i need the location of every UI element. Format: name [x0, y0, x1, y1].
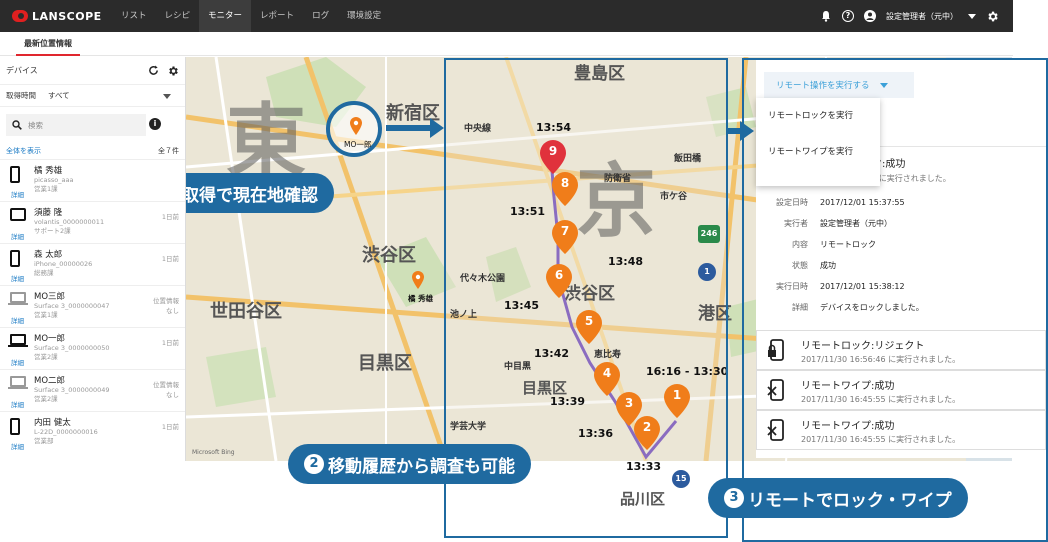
- tab-latest-location[interactable]: 最新位置情報: [16, 32, 80, 56]
- show-all-link[interactable]: 全体を表示: [6, 146, 41, 156]
- chevron-down-icon[interactable]: [968, 13, 976, 19]
- device-status: 位置情報 なし: [153, 297, 179, 315]
- pin-number: 5: [584, 314, 594, 328]
- callout-location-check: 1 位置情報取得で現在地確認: [186, 173, 334, 213]
- detail-link[interactable]: 詳細: [11, 441, 24, 451]
- callout-text: 移動履歴から調査も可能: [328, 456, 515, 477]
- nav-recipe[interactable]: レシピ: [156, 0, 200, 32]
- route-stop-pin[interactable]: 8: [552, 172, 578, 206]
- search-input[interactable]: 検索: [6, 114, 146, 136]
- pin-number: 8: [560, 176, 570, 190]
- device-row[interactable]: 詳細 MO一郎 Surface 3_0000000050 営業2課 1日前: [0, 327, 185, 369]
- route-stop-pin[interactable]: 1: [664, 384, 690, 418]
- callout-number: 2: [304, 454, 324, 474]
- smartphone-icon: [10, 250, 20, 267]
- nav-list[interactable]: リスト: [112, 0, 156, 32]
- detail-link[interactable]: 詳細: [11, 273, 24, 283]
- info-icon[interactable]: i: [149, 118, 161, 130]
- help-icon[interactable]: ?: [842, 10, 854, 22]
- detail-link[interactable]: 詳細: [11, 399, 24, 409]
- device-row[interactable]: 詳細 内田 健太 L-22D_0000000016 営業部 1日前: [0, 411, 185, 453]
- filter-label: 取得時間: [6, 91, 36, 100]
- device-count: 全７件: [158, 147, 179, 155]
- device-list: 詳細橘 秀雄 picasso_aaa 営業1課 詳細 須藤 隆 volantis_0000…: [0, 159, 185, 453]
- pin-number: 6: [554, 268, 564, 282]
- device-dept: 営業2課: [34, 353, 58, 361]
- detail-link[interactable]: 詳細: [11, 315, 24, 325]
- user-icon[interactable]: [864, 10, 876, 22]
- device-status: 1日前: [161, 339, 179, 347]
- callout-history: 2 移動履歴から調査も可能: [288, 444, 531, 484]
- remote-menu: リモートロックを実行 リモートワイプを実行: [756, 98, 880, 186]
- sidebar-title: デバイス: [6, 66, 38, 75]
- sub-tab-bar: 最新位置情報: [0, 32, 1013, 56]
- time-label: 13:33: [626, 460, 662, 473]
- callout-remote: 3 リモートでロック・ワイプ: [708, 478, 968, 518]
- laptop-icon: [8, 376, 28, 389]
- dropdown-caret-icon[interactable]: [163, 94, 171, 99]
- route-stop-pin[interactable]: 5: [576, 310, 602, 344]
- time-filter[interactable]: 取得時間 すべて: [0, 85, 185, 107]
- menu-remote-lock[interactable]: リモートロックを実行: [756, 98, 880, 134]
- device-status: 1日前: [161, 213, 179, 221]
- top-navbar: LANSCOPE リスト レシピ モニター レポート ログ 環境設定 ? 設定管…: [0, 0, 1013, 32]
- logo-mark-icon: [12, 10, 28, 22]
- smartphone-icon: [10, 166, 20, 183]
- callout-text: リモートでロック・ワイプ: [748, 490, 952, 511]
- app-logo[interactable]: LANSCOPE: [12, 10, 112, 23]
- refresh-icon[interactable]: [148, 65, 159, 76]
- device-row[interactable]: 詳細森 太郎 iPhone_00000026 総務課 1日前: [0, 243, 185, 285]
- pin-number: 3: [624, 396, 634, 410]
- device-status: 位置情報 なし: [153, 381, 179, 399]
- device-dept: 営業1課: [34, 185, 58, 193]
- tablet-icon: [10, 208, 26, 221]
- device-model: picasso_aaa: [34, 176, 74, 184]
- laptop-icon: [8, 292, 28, 305]
- bell-icon[interactable]: [820, 10, 832, 22]
- detail-link[interactable]: 詳細: [11, 231, 24, 241]
- nav-log[interactable]: ログ: [303, 0, 338, 32]
- user-name[interactable]: 設定管理者（元中）: [886, 11, 958, 22]
- pin-number: 4: [602, 366, 612, 380]
- device-status: 1日前: [161, 255, 179, 263]
- gear-icon[interactable]: [986, 10, 999, 23]
- road-shield: 15: [672, 470, 690, 488]
- nav-settings[interactable]: 環境設定: [338, 0, 390, 32]
- route-stop-pin[interactable]: 4: [594, 362, 620, 396]
- device-status: 1日前: [161, 423, 179, 431]
- device-row[interactable]: 詳細 MO三郎 Surface 3_0000000047 営業1課 位置情報 なし: [0, 285, 185, 327]
- settings-gear-icon[interactable]: [167, 65, 179, 77]
- device-row[interactable]: 詳細 橘 秀雄 picasso_aaa 営業1課: [0, 159, 185, 201]
- route-stop-pin[interactable]: 3: [616, 392, 642, 426]
- detail-link[interactable]: 詳細: [11, 357, 24, 367]
- search-icon: [12, 120, 22, 130]
- device-dept: 営業部: [34, 437, 54, 445]
- callout-text: 位置情報取得で現在地確認: [186, 185, 318, 206]
- ward-label: 品川区: [620, 490, 666, 508]
- nav-monitor[interactable]: モニター: [199, 0, 252, 32]
- menu-remote-wipe[interactable]: リモートワイプを実行: [756, 134, 880, 170]
- nav-report[interactable]: レポート: [251, 0, 303, 32]
- pin-number: 7: [560, 224, 570, 238]
- device-dept: 総務課: [34, 269, 54, 277]
- route-stop-pin[interactable]: 7: [552, 220, 578, 254]
- device-name: 橘 秀雄: [34, 166, 63, 176]
- search-placeholder: 検索: [28, 120, 43, 130]
- route-stop-pin[interactable]: 9: [540, 140, 566, 174]
- smartphone-icon: [10, 418, 20, 435]
- logo-text: LANSCOPE: [32, 9, 102, 23]
- laptop-icon: [8, 334, 28, 347]
- pin-number: 9: [548, 144, 558, 158]
- device-sidebar: デバイス 取得時間 すべて 検索 i 全体を表示 全７件 詳細 橘 秀雄 picas…: [0, 57, 186, 461]
- device-dept: サポート2課: [34, 227, 71, 235]
- filter-value[interactable]: すべて: [48, 90, 70, 101]
- device-row[interactable]: 詳細 須藤 隆 volantis_0000000011 サポート2課 1日前: [0, 201, 185, 243]
- route-stop-pin[interactable]: 6: [546, 264, 572, 298]
- device-row[interactable]: 詳細 MO二郎 Surface 3_0000000049 営業2課 位置情報 なし: [0, 369, 185, 411]
- callout-number: 3: [724, 488, 744, 508]
- pin-number: 1: [672, 388, 682, 402]
- detail-link[interactable]: 詳細: [11, 189, 24, 199]
